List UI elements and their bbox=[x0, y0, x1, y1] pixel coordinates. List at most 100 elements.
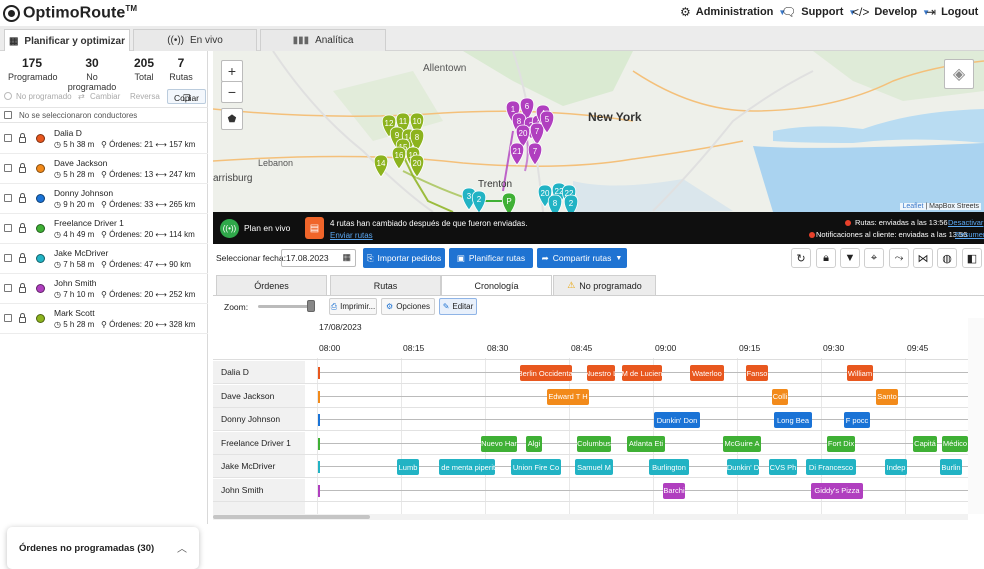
nav-administration[interactable]: ⚙ Administration ▼ bbox=[680, 5, 786, 19]
timeline-stop[interactable]: Colli bbox=[772, 388, 788, 405]
print-button[interactable]: ⎙ Imprimir... bbox=[329, 298, 377, 315]
import-orders-button[interactable]: ⎘ Importar pedidos bbox=[363, 248, 445, 268]
lock-icon[interactable] bbox=[19, 193, 26, 203]
timeline-stop[interactable]: Columbus bbox=[577, 435, 611, 452]
timeline-stop[interactable]: Samuel M bbox=[575, 459, 613, 475]
driver-row[interactable]: Freelance Driver 1 ◷ 4 h 49 m ⚲ Órdenes: … bbox=[0, 214, 208, 244]
lock-icon[interactable] bbox=[19, 313, 26, 323]
reversa-action[interactable]: Reversa bbox=[130, 92, 160, 101]
driver-row[interactable]: Dave Jackson ◷ 5 h 28 m ⚲ Órdenes: 13 ⟷ 2… bbox=[0, 154, 208, 184]
options-button[interactable]: ⚙ Opciones bbox=[381, 298, 435, 315]
route-icon[interactable]: ⤳ bbox=[889, 248, 909, 268]
zoom-in-button[interactable]: + bbox=[221, 60, 243, 82]
timeline-stop[interactable]: Edward T H bbox=[547, 388, 589, 405]
network-icon[interactable]: ⋈ bbox=[913, 248, 933, 268]
tab-plan[interactable]: ▦ Planificar y optimizar bbox=[4, 29, 130, 52]
share-routes-button[interactable]: ➦ Compartir rutas ▼ bbox=[537, 248, 627, 268]
edit-button[interactable]: ✎ Editar bbox=[439, 298, 477, 315]
chevron-up-icon[interactable]: ︿ bbox=[177, 540, 187, 555]
timeline-stop[interactable]: M de Lucien bbox=[622, 365, 662, 381]
no-programado-action[interactable]: No programado bbox=[16, 92, 72, 101]
timeline-stop[interactable]: Capitá bbox=[913, 435, 937, 452]
lock-icon[interactable] bbox=[19, 223, 26, 233]
timeline-stop[interactable]: Union Fire Co bbox=[511, 459, 561, 475]
timeline-stop[interactable]: Burlington bbox=[649, 459, 689, 475]
date-input[interactable]: 17.08.2023 ▦ bbox=[281, 249, 356, 267]
timeline-stop[interactable]: Burlin bbox=[940, 459, 962, 475]
lock-icon[interactable] bbox=[19, 133, 26, 143]
timeline-stop[interactable]: McGuire A bbox=[723, 435, 761, 452]
radio-icon[interactable] bbox=[4, 92, 12, 100]
tab-no-programado[interactable]: ⚠ No programado bbox=[553, 275, 656, 295]
driver-row[interactable]: Mark Scott ◷ 5 h 28 m ⚲ Órdenes: 20 ⟷ 328… bbox=[0, 304, 208, 334]
timeline-stop[interactable]: Berlin Occidental bbox=[520, 365, 572, 381]
summary-link[interactable]: Resumen bbox=[955, 230, 984, 239]
nav-develop[interactable]: </> Develop ▼ bbox=[852, 5, 930, 19]
timeline-stop[interactable]: Barchi bbox=[663, 482, 685, 499]
driver-row[interactable]: Jake McDriver ◷ 7 h 58 m ⚲ Órdenes: 47 ⟷ … bbox=[0, 244, 208, 274]
driver-checkbox[interactable] bbox=[4, 134, 12, 142]
leaflet-link[interactable]: Leaflet bbox=[902, 203, 923, 210]
driver-row[interactable]: Donny Johnson ◷ 9 h 20 m ⚲ Órdenes: 33 ⟷ … bbox=[0, 184, 208, 214]
timeline-stop[interactable]: Dunkin' Don bbox=[654, 412, 700, 428]
zoom-out-button[interactable]: − bbox=[221, 81, 243, 103]
timeline-stop[interactable]: Fort Dix bbox=[827, 435, 855, 452]
driver-checkbox[interactable] bbox=[4, 164, 12, 172]
unplanned-orders-panel[interactable]: Órdenes no programadas (30) ︿ bbox=[7, 527, 199, 569]
driver-checkbox[interactable] bbox=[4, 224, 12, 232]
lock-icon[interactable] bbox=[19, 163, 26, 173]
zoom-slider-handle[interactable] bbox=[307, 300, 315, 312]
driver-checkbox[interactable] bbox=[4, 194, 12, 202]
panel-toggle-icon[interactable]: ◧ bbox=[962, 248, 982, 268]
timeline-vertical-scrollbar[interactable] bbox=[968, 318, 984, 514]
select-all-checkbox[interactable] bbox=[4, 111, 12, 119]
timeline-stop[interactable]: Waterloo bbox=[690, 365, 724, 381]
lock-icon[interactable] bbox=[19, 283, 26, 293]
globe-icon[interactable]: ◍ bbox=[937, 248, 957, 268]
plan-routes-button[interactable]: ▣ Planificar rutas bbox=[449, 248, 533, 268]
lock-icon[interactable] bbox=[19, 253, 26, 263]
timeline-stop[interactable]: Dunkin' D bbox=[727, 459, 759, 475]
timeline-stop[interactable]: Nuevo Har bbox=[481, 435, 517, 452]
cambiar-action[interactable]: Cambiar bbox=[90, 92, 120, 101]
timeline-stop[interactable]: William bbox=[847, 365, 873, 381]
nav-support[interactable]: 🗨 Support ▼ bbox=[781, 5, 856, 19]
layers-icon[interactable]: ◈ bbox=[944, 59, 974, 89]
driver-row[interactable]: John Smith ◷ 7 h 10 m ⚲ Órdenes: 20 ⟷ 252… bbox=[0, 274, 208, 304]
deactivate-link[interactable]: Desactivar bbox=[948, 218, 983, 227]
pin-icon[interactable]: ⌖ bbox=[864, 248, 884, 268]
nav-logout[interactable]: ⇥ Logout bbox=[926, 5, 978, 19]
timeline-stop[interactable]: Santo bbox=[876, 388, 898, 405]
send-routes-link[interactable]: Enviar rutas bbox=[330, 231, 373, 240]
driver-row[interactable]: Dalia D ◷ 5 h 38 m ⚲ Órdenes: 21 ⟷ 157 km bbox=[0, 124, 208, 154]
copiar-button[interactable]: ❐ Copiar bbox=[167, 89, 206, 104]
timeline-stop[interactable]: Nuestro L bbox=[587, 365, 615, 381]
zoom-slider[interactable] bbox=[258, 305, 312, 308]
scrollbar-thumb[interactable] bbox=[213, 515, 370, 519]
tab-rutas[interactable]: Rutas bbox=[330, 275, 441, 295]
comment-icon[interactable]: ▼ bbox=[840, 248, 860, 268]
timeline-stop[interactable]: Fanso bbox=[746, 365, 768, 381]
timeline-stop[interactable]: F pocc bbox=[844, 412, 870, 428]
timeline-stop[interactable]: T de menta piperita bbox=[439, 459, 495, 475]
timeline-stop[interactable]: Lumb bbox=[397, 459, 419, 475]
timeline-stop[interactable]: Di Francesco bbox=[806, 459, 856, 475]
timeline-horizontal-scrollbar[interactable] bbox=[213, 514, 968, 520]
tab-cronologia[interactable]: Cronología bbox=[441, 275, 552, 296]
tab-live[interactable]: ((•)) En vivo bbox=[133, 29, 257, 51]
timeline-stop[interactable]: Médico bbox=[942, 435, 968, 452]
tab-analytics[interactable]: ▮▮▮ Analítica bbox=[260, 29, 386, 51]
timeline-stop[interactable]: Giddy's Pizza bbox=[811, 482, 863, 499]
tab-ordenes[interactable]: Órdenes bbox=[216, 275, 327, 295]
driver-checkbox[interactable] bbox=[4, 254, 12, 262]
driver-checkbox[interactable] bbox=[4, 314, 12, 322]
timeline-stop[interactable]: Algi bbox=[526, 435, 542, 452]
home-icon[interactable]: ⬟ bbox=[221, 108, 243, 130]
timeline-stop[interactable]: Atlanta Eti bbox=[627, 435, 665, 452]
driver-checkbox[interactable] bbox=[4, 284, 12, 292]
timeline-stop[interactable]: Indep bbox=[885, 459, 907, 475]
lock-icon[interactable]: 🔒︎ bbox=[816, 248, 836, 268]
map[interactable]: Allentown New York Trenton Lebanon arris… bbox=[213, 51, 984, 212]
logo[interactable]: OptimoRouteTM bbox=[3, 2, 137, 24]
timeline-stop[interactable]: Long Bea bbox=[774, 412, 812, 428]
